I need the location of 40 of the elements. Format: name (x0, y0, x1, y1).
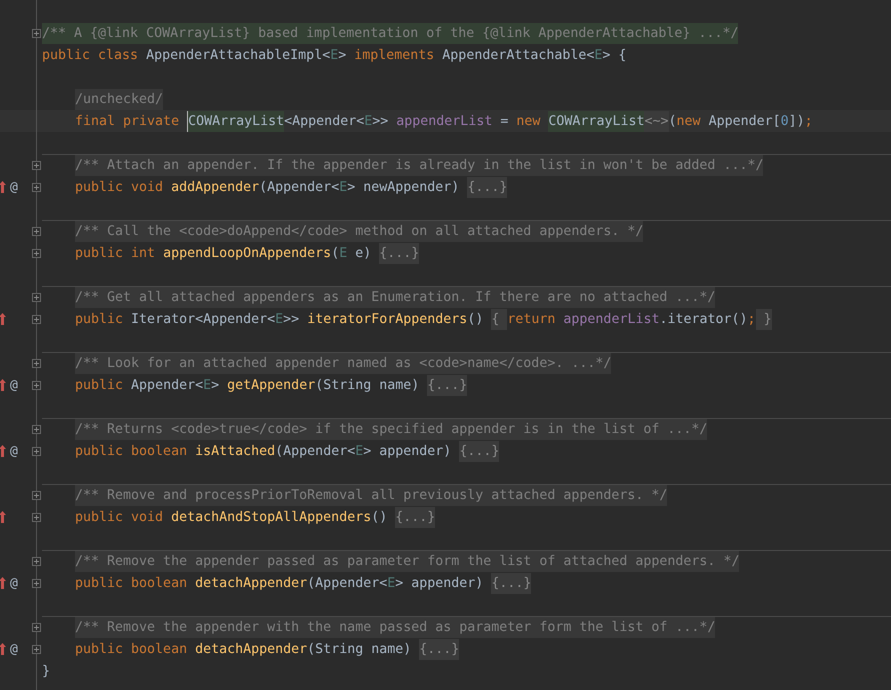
fold-icon[interactable] (32, 182, 40, 192)
fold-icon[interactable] (32, 578, 40, 588)
override-arrow-icon[interactable] (0, 643, 6, 655)
fold-icon[interactable] (32, 226, 40, 236)
implementation-marker[interactable]: @ (10, 378, 18, 392)
code-line: public boolean detachAppender(Appender<E> appender) {...} (42, 576, 532, 590)
override-arrow-icon[interactable] (0, 511, 6, 523)
fold-icon[interactable] (32, 292, 40, 302)
fold-icon[interactable] (32, 358, 40, 368)
code-line: public void detachAndStopAllAppenders() {...} (42, 510, 436, 524)
fold-icon[interactable] (32, 28, 40, 38)
override-arrow-icon[interactable] (0, 181, 6, 193)
code-line: public Iterator<Appender<E>> iteratorForAppenders() { return appenderList.iterator(); } (42, 312, 772, 326)
code-line: public class AppenderAttachableImpl<E> implements AppenderAttachable<E> { (42, 48, 626, 62)
code-line: public int appendLoopOnAppenders(E e) {...} (42, 246, 420, 260)
code-line: public boolean isAttached(Appender<E> appender) {...} (42, 444, 500, 458)
fold-icon[interactable] (32, 446, 40, 456)
override-arrow-icon[interactable] (0, 445, 6, 457)
fold-icon[interactable] (32, 424, 40, 434)
implementation-marker[interactable]: @ (10, 642, 18, 656)
fold-icon[interactable] (32, 512, 40, 522)
code-line: } (42, 664, 50, 678)
override-arrow-icon[interactable] (0, 379, 6, 391)
override-arrow-icon[interactable] (0, 577, 6, 589)
fold-icon[interactable] (32, 314, 40, 324)
implementation-marker[interactable]: @ (10, 444, 18, 458)
code-line: public boolean detachAppender(String name) {...} (42, 642, 460, 656)
fold-icon[interactable] (32, 490, 40, 500)
fold-icon[interactable] (32, 556, 40, 566)
fold-icon[interactable] (32, 160, 40, 170)
code-line: final private COWArrayList<Appender<E>> appenderList = new COWArrayList<~>(new Appender[0]); (42, 114, 813, 128)
fold-icon[interactable] (32, 248, 40, 258)
fold-icon[interactable] (32, 622, 40, 632)
fold-icon[interactable] (32, 380, 40, 390)
fold-icon[interactable] (32, 644, 40, 654)
implementation-marker[interactable]: @ (10, 180, 18, 194)
code-line: public void addAppender(Appender<E> newAppender) {...} (42, 180, 508, 194)
code-line: public Appender<E> getAppender(String name) {...} (42, 378, 468, 392)
implementation-marker[interactable]: @ (10, 576, 18, 590)
override-arrow-icon[interactable] (0, 313, 6, 325)
